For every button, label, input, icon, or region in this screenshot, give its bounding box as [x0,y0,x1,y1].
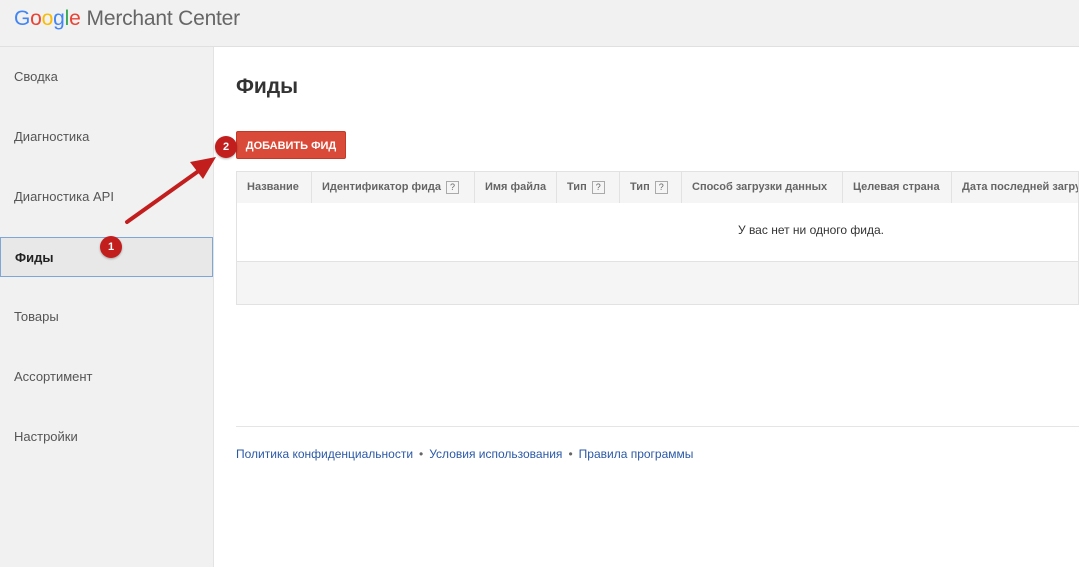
annotation-arrow [125,157,216,224]
annotation-badge-2: 2 [215,136,237,158]
annotation-badge-1: 1 [100,236,122,258]
arrow-shaft [125,168,202,224]
